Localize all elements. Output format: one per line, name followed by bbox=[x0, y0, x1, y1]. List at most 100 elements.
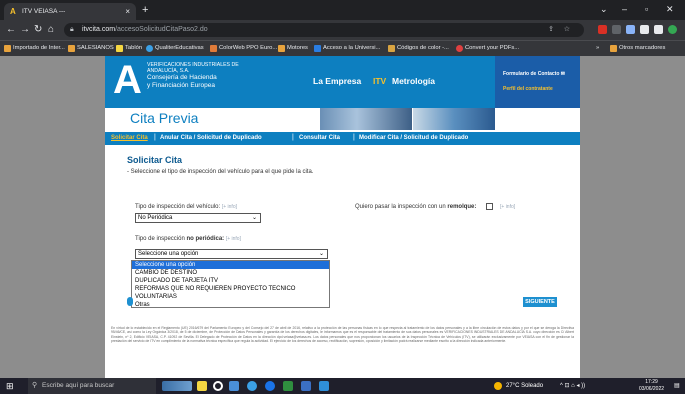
tab-solicitar-cita[interactable]: Solicitar Cita bbox=[111, 134, 148, 143]
task-view-icon[interactable] bbox=[229, 381, 239, 391]
tablon-icon bbox=[116, 45, 123, 52]
page-title: Cita Previa bbox=[130, 110, 199, 126]
bookmark-item[interactable]: Convert your PDFs... bbox=[456, 43, 519, 54]
url-host: itvcita.com bbox=[82, 26, 116, 33]
lock-icon: 🔒︎ bbox=[70, 26, 74, 33]
dropdown-option[interactable]: DUPLICADO DE TARJETA ITV bbox=[135, 277, 218, 285]
system-tray-icons[interactable]: ^ ⊡ ⌂ ◂ )) bbox=[560, 380, 585, 392]
reload-icon[interactable]: ↻ bbox=[34, 23, 42, 36]
star-icon[interactable]: ☆ bbox=[564, 23, 570, 37]
profile-avatar-icon[interactable] bbox=[668, 25, 677, 34]
nav-itv[interactable]: ITV bbox=[373, 76, 386, 86]
news-widget-icon[interactable] bbox=[162, 381, 192, 391]
contact-form-link[interactable]: Formulario de Contacto ✉ bbox=[503, 71, 565, 77]
weather-status[interactable]: 27°C Soleado bbox=[506, 380, 543, 392]
nav-metrologia[interactable]: Metrología bbox=[392, 76, 435, 86]
sun-icon bbox=[494, 382, 502, 390]
bookmark-item[interactable]: Acceso a la Universi... bbox=[314, 43, 380, 54]
header-photo bbox=[320, 108, 412, 130]
perfil-contratante-link[interactable]: Perfil del contratante bbox=[503, 86, 553, 92]
siguiente-button[interactable]: SIGUIENTE bbox=[523, 297, 557, 307]
taskbar-clock[interactable]: 17:29 03/06/2022 bbox=[639, 379, 664, 393]
subnav-separator: | bbox=[353, 134, 355, 141]
bookmark-item[interactable]: Otros marcadores bbox=[610, 43, 665, 54]
taskbar-search-input[interactable]: ⚲ Escribe aquí para buscar bbox=[28, 378, 156, 394]
bookmark-item[interactable]: ColorWeb PPO Euro... bbox=[210, 43, 277, 54]
forward-arrow-icon[interactable]: → bbox=[20, 23, 30, 36]
site-favicon-icon: A bbox=[10, 7, 16, 16]
bookmark-item[interactable]: Motores bbox=[278, 43, 308, 54]
tab-close-icon[interactable]: × bbox=[125, 3, 130, 20]
new-tab-button[interactable]: + bbox=[142, 4, 148, 16]
remolque-checkbox[interactable] bbox=[486, 203, 493, 210]
bookmarks-bar: Importado de Inter... SALESIANOS Tablón … bbox=[0, 40, 685, 56]
site-logo[interactable]: A bbox=[113, 60, 142, 100]
tipo-inspeccion-select[interactable]: No Periódica ⌄ bbox=[135, 213, 261, 223]
notifications-icon[interactable]: ▤ bbox=[674, 380, 680, 392]
folder-icon bbox=[4, 45, 11, 52]
dropdown-option[interactable]: VOLUNTARIAS bbox=[135, 293, 177, 301]
extension-icon[interactable] bbox=[626, 25, 635, 34]
bookmarks-overflow-button[interactable]: » bbox=[596, 43, 599, 54]
sidebar-icon[interactable] bbox=[654, 25, 663, 34]
subnav-separator: | bbox=[154, 134, 156, 141]
tab-modificar-cita[interactable]: Modificar Cita / Solicitud de Duplicado bbox=[359, 134, 468, 143]
windows-taskbar: ⊞ ⚲ Escribe aquí para buscar 27°C Solead… bbox=[0, 378, 685, 394]
bookmark-item[interactable]: Importado de Inter... bbox=[4, 43, 65, 54]
qualiter-icon bbox=[146, 45, 153, 52]
file-explorer-icon[interactable] bbox=[197, 381, 207, 391]
extension-icon[interactable] bbox=[598, 25, 607, 34]
bookmark-item[interactable]: Tablón bbox=[116, 43, 142, 54]
bookmark-item[interactable]: QualiterEducativas bbox=[146, 43, 204, 54]
puzzle-icon[interactable] bbox=[640, 25, 649, 34]
info-link[interactable]: [+ info] bbox=[222, 204, 237, 210]
pdf-icon bbox=[456, 45, 463, 52]
minimize-icon[interactable]: – bbox=[622, 3, 627, 15]
tipo-inspeccion-label: Tipo de inspección del vehículo: [+ info… bbox=[135, 204, 237, 210]
subnav-separator: | bbox=[292, 134, 294, 141]
windows-start-icon[interactable]: ⊞ bbox=[6, 381, 14, 391]
home-icon[interactable]: ⌂ bbox=[48, 23, 54, 36]
close-window-icon[interactable]: ✕ bbox=[666, 3, 674, 15]
privacy-notice: En virtud de lo establecido en el Reglam… bbox=[111, 326, 574, 343]
no-periodica-select[interactable]: Seleccione una opción ⌄ bbox=[135, 249, 328, 259]
maximize-icon[interactable]: ▫ bbox=[645, 3, 648, 15]
page-content: A VERIFICACIONES INDUSTRIALES DE ANDALUC… bbox=[105, 56, 580, 378]
browser-tab[interactable]: A ITV VEIASA --- × bbox=[4, 3, 136, 20]
nav-la-empresa[interactable]: La Empresa bbox=[313, 76, 361, 86]
back-arrow-icon[interactable]: ← bbox=[6, 23, 16, 36]
tab-search-chevron-icon[interactable]: ⌄ bbox=[600, 3, 608, 15]
section-instructions: - Seleccione el tipo de inspección del v… bbox=[127, 169, 314, 175]
edge-icon[interactable] bbox=[247, 381, 257, 391]
dropdown-option[interactable]: REFORMAS QUE NO REQUIEREN PROYECTO TECNI… bbox=[135, 285, 295, 293]
app-icon[interactable] bbox=[301, 381, 311, 391]
university-icon bbox=[314, 45, 321, 52]
section-heading: Solicitar Cita bbox=[127, 155, 183, 165]
dropdown-option[interactable]: Seleccione una opción bbox=[132, 261, 329, 269]
info-link[interactable]: [+ info] bbox=[226, 236, 241, 242]
share-icon[interactable]: ⇪ bbox=[548, 23, 554, 37]
no-periodica-label: Tipo de inspección no periódica: [+ info… bbox=[135, 236, 241, 242]
dropdown-option[interactable]: CAMBIO DE DESTINO bbox=[135, 269, 197, 277]
folder-icon bbox=[610, 45, 617, 52]
web-page: A VERIFICACIONES INDUSTRIALES DE ANDALUC… bbox=[0, 56, 685, 378]
dropdown-option[interactable]: Otras bbox=[135, 301, 150, 309]
color-codes-icon bbox=[388, 45, 395, 52]
address-bar[interactable]: 🔒︎ itvcita.com/accesoSolicitudCitaPaso2.… bbox=[64, 23, 584, 37]
cortana-icon[interactable] bbox=[213, 381, 223, 391]
bookmark-item[interactable]: SALESIANOS bbox=[68, 43, 114, 54]
extension-grid-icon[interactable] bbox=[612, 25, 621, 34]
mail-icon: ✉ bbox=[560, 71, 565, 77]
tab-anular-cita[interactable]: Anular Cita / Solicitud de Duplicado bbox=[160, 134, 262, 143]
app-icon[interactable] bbox=[283, 381, 293, 391]
mail-icon[interactable] bbox=[319, 381, 329, 391]
header-photo bbox=[413, 108, 495, 130]
colorweb-icon bbox=[210, 45, 217, 52]
chrome-icon[interactable] bbox=[265, 381, 275, 391]
no-periodica-dropdown-list: Seleccione una opción CAMBIO DE DESTINO … bbox=[131, 260, 330, 308]
info-link[interactable]: [+ info] bbox=[500, 204, 515, 210]
tab-consultar-cita[interactable]: Consultar Cita bbox=[299, 134, 340, 143]
bookmark-item[interactable]: Códigos de color -... bbox=[388, 43, 449, 54]
tab-title: ITV VEIASA --- bbox=[22, 8, 66, 15]
back-button-partial[interactable] bbox=[127, 297, 133, 306]
